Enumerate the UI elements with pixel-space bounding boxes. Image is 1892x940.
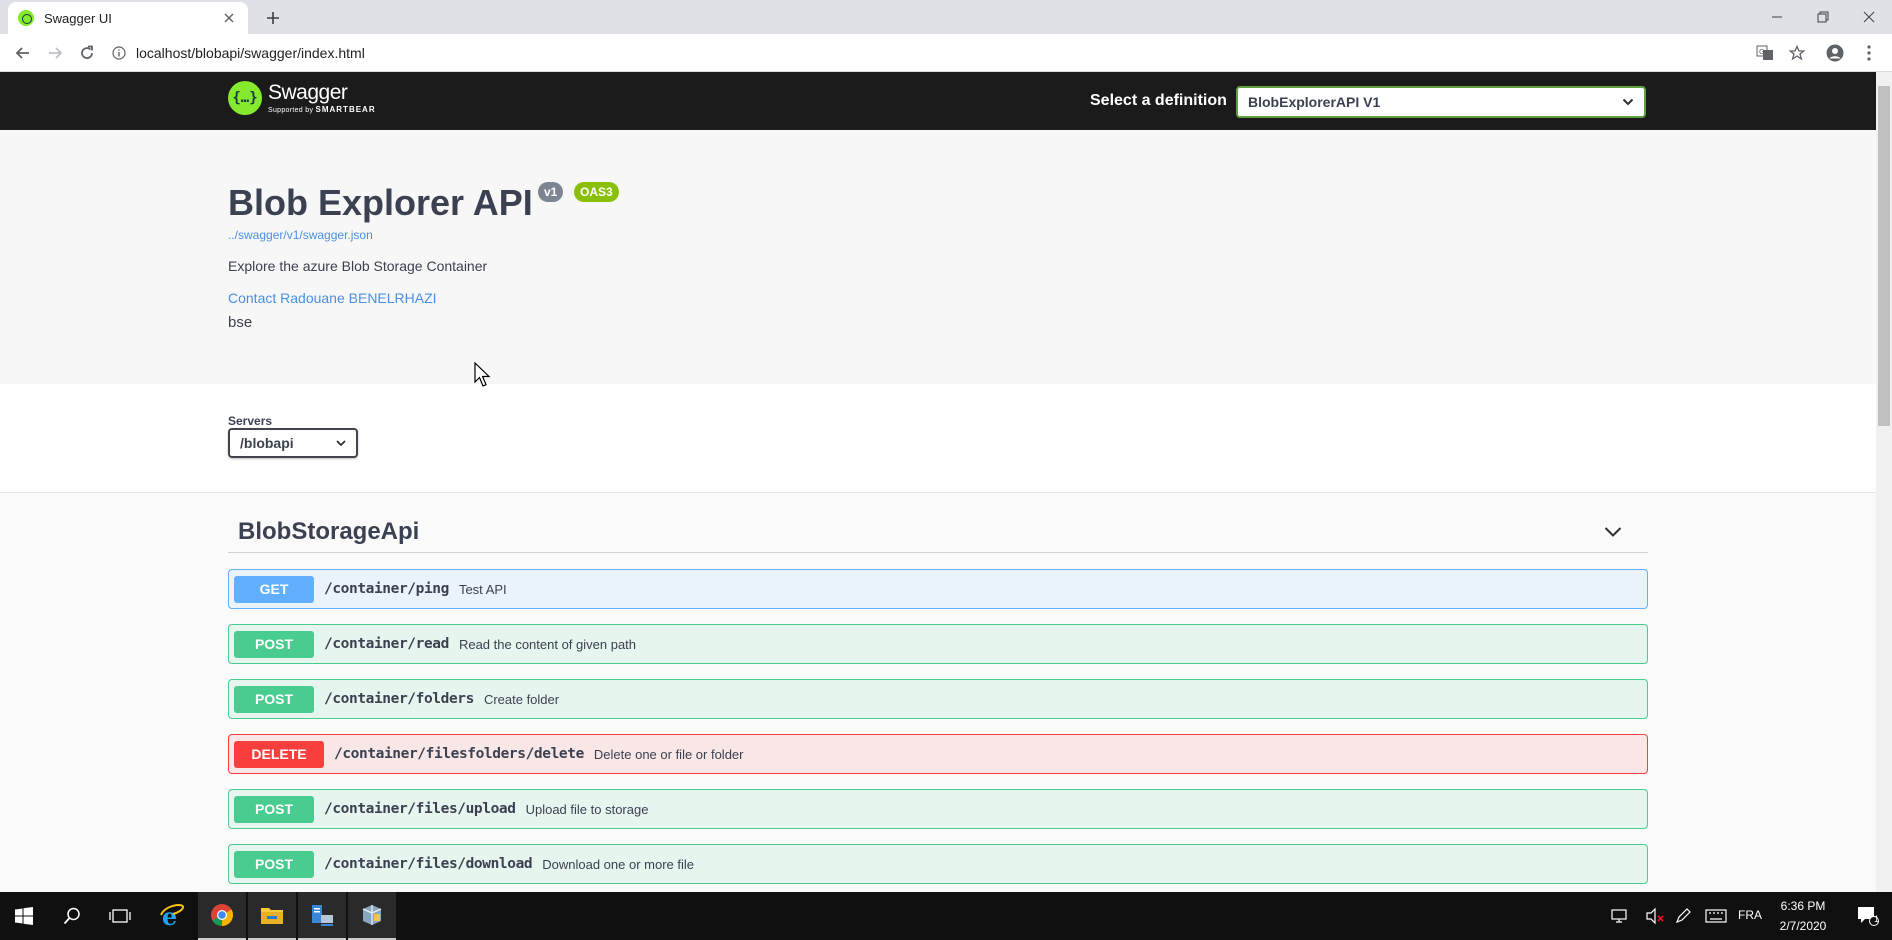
method-badge: DELETE [234, 740, 324, 768]
close-window-icon[interactable] [1846, 0, 1892, 34]
scrollbar-thumb[interactable] [1878, 86, 1890, 426]
operation-summary: Create folder [483, 691, 560, 707]
windows-start-icon[interactable] [0, 892, 48, 940]
svg-text:G: G [1759, 48, 1764, 56]
server-manager-icon[interactable] [298, 892, 346, 940]
definition-select[interactable]: BlobExplorerAPI V1 [1236, 86, 1646, 118]
api-extra-text: bse [228, 314, 253, 331]
servers-select[interactable]: /blobapi [228, 428, 358, 458]
task-view-icon[interactable] [96, 892, 144, 940]
chrome-icon[interactable] [198, 892, 246, 940]
operation-row[interactable]: POST /container/folders Create folder [228, 679, 1648, 719]
operation-path: /container/folders [324, 691, 474, 707]
clock-time: 6:36 PM [1780, 899, 1826, 913]
definition-value: BlobExplorerAPI V1 [1248, 94, 1381, 110]
browser-tabstrip: Swagger UI [0, 0, 1892, 34]
servers-value: /blobapi [240, 435, 294, 451]
url-text: localhost/blobapi/swagger/index.html [136, 45, 365, 61]
ie-icon[interactable]: e [148, 892, 196, 940]
operation-summary: Test API [458, 581, 507, 597]
operation-path: /container/filesfolders/delete [334, 746, 584, 762]
app-icon[interactable] [348, 892, 396, 940]
method-badge: POST [234, 630, 314, 658]
logo-name: Swagger [268, 81, 348, 104]
account-icon[interactable] [1822, 40, 1848, 66]
chevron-down-icon [336, 439, 346, 446]
file-explorer-icon[interactable] [248, 892, 296, 940]
star-icon[interactable] [1784, 40, 1810, 66]
language-indicator[interactable]: FRA [1738, 908, 1762, 922]
logo-sub: Supported by SMARTBEAR [268, 105, 376, 114]
operation-path: /container/files/download [324, 856, 533, 872]
api-info: Blob Explorer API v1 OAS3 ../swagger/v1/… [0, 130, 1876, 384]
clock[interactable]: 6:36 PM 2/7/2020 [1770, 896, 1836, 936]
operation-row[interactable]: DELETE /container/filesfolders/delete De… [228, 734, 1648, 774]
swagger-page: {…} Swagger Supported by SMARTBEAR Selec… [0, 72, 1876, 892]
operations-section: BlobStorageApi GET /container/ping Test … [0, 492, 1876, 892]
operation-summary: Upload file to storage [525, 801, 649, 817]
page-scrollbar[interactable] [1876, 72, 1892, 892]
forward-icon[interactable] [42, 40, 68, 66]
close-icon[interactable] [220, 9, 238, 27]
operation-path: /container/read [324, 636, 449, 652]
taskbar: e FRA 6:36 PM 2/7/2020 1 [0, 892, 1892, 940]
servers-label: Servers [228, 414, 273, 428]
chevron-down-icon[interactable] [1604, 526, 1622, 538]
browser-toolbar: localhost/blobapi/swagger/index.html G [0, 34, 1892, 72]
tag-name: BlobStorageApi [238, 517, 420, 545]
volume-icon[interactable] [1642, 892, 1668, 940]
swagger-json-link[interactable]: ../swagger/v1/swagger.json [228, 228, 373, 242]
notification-count: 1 [1874, 914, 1880, 924]
version-badge: v1 [538, 182, 564, 202]
operation-row[interactable]: POST /container/files/download Download … [228, 844, 1648, 884]
pen-icon[interactable] [1670, 892, 1696, 940]
minimize-icon[interactable] [1754, 0, 1800, 34]
browser-tab[interactable]: Swagger UI [8, 2, 248, 34]
servers-section: Servers /blobapi [0, 384, 1876, 492]
swagger-topbar: {…} Swagger Supported by SMARTBEAR Selec… [0, 72, 1876, 130]
clock-date: 2/7/2020 [1779, 919, 1827, 933]
tag-header[interactable]: BlobStorageApi [228, 511, 1648, 553]
back-icon[interactable] [10, 40, 36, 66]
api-description: Explore the azure Blob Storage Container [228, 258, 488, 274]
notification-icon[interactable]: 1 [1844, 892, 1892, 940]
chevron-down-icon [1622, 98, 1634, 106]
operation-path: /container/ping [324, 581, 449, 597]
method-badge: POST [234, 850, 314, 878]
address-bar[interactable]: localhost/blobapi/swagger/index.html [112, 39, 1752, 67]
translate-icon[interactable]: G [1752, 40, 1778, 66]
operation-summary: Delete one or file or folder [593, 746, 744, 762]
method-badge: POST [234, 795, 314, 823]
keyboard-icon[interactable] [1700, 892, 1732, 940]
contact-link[interactable]: Contact Radouane BENELRHAZI [228, 290, 437, 306]
method-badge: POST [234, 685, 314, 713]
restore-icon[interactable] [1800, 0, 1846, 34]
oas-badge: OAS3 [574, 182, 619, 202]
swagger-logo[interactable]: {…} Swagger Supported by SMARTBEAR [228, 81, 376, 115]
operation-summary: Download one or more file [542, 856, 694, 872]
cursor-icon [474, 362, 491, 387]
info-icon[interactable] [112, 46, 126, 60]
tab-title: Swagger UI [44, 10, 112, 26]
method-badge: GET [234, 575, 314, 603]
operation-row[interactable]: POST /container/read Read the content of… [228, 624, 1648, 664]
search-icon[interactable] [48, 892, 96, 940]
swagger-favicon-icon [18, 10, 34, 26]
definition-label: Select a definition [1090, 92, 1227, 109]
plus-icon[interactable] [260, 5, 286, 31]
operation-summary: Read the content of given path [458, 636, 637, 652]
menu-icon[interactable] [1856, 40, 1882, 66]
swagger-logo-icon: {…} [228, 81, 262, 115]
operation-row[interactable]: POST /container/files/upload Upload file… [228, 789, 1648, 829]
reload-icon[interactable] [74, 40, 100, 66]
operation-row[interactable]: GET /container/ping Test API [228, 569, 1648, 609]
network-icon[interactable] [1606, 892, 1632, 940]
operation-path: /container/files/upload [324, 801, 516, 817]
page-title: Blob Explorer API [228, 182, 533, 223]
